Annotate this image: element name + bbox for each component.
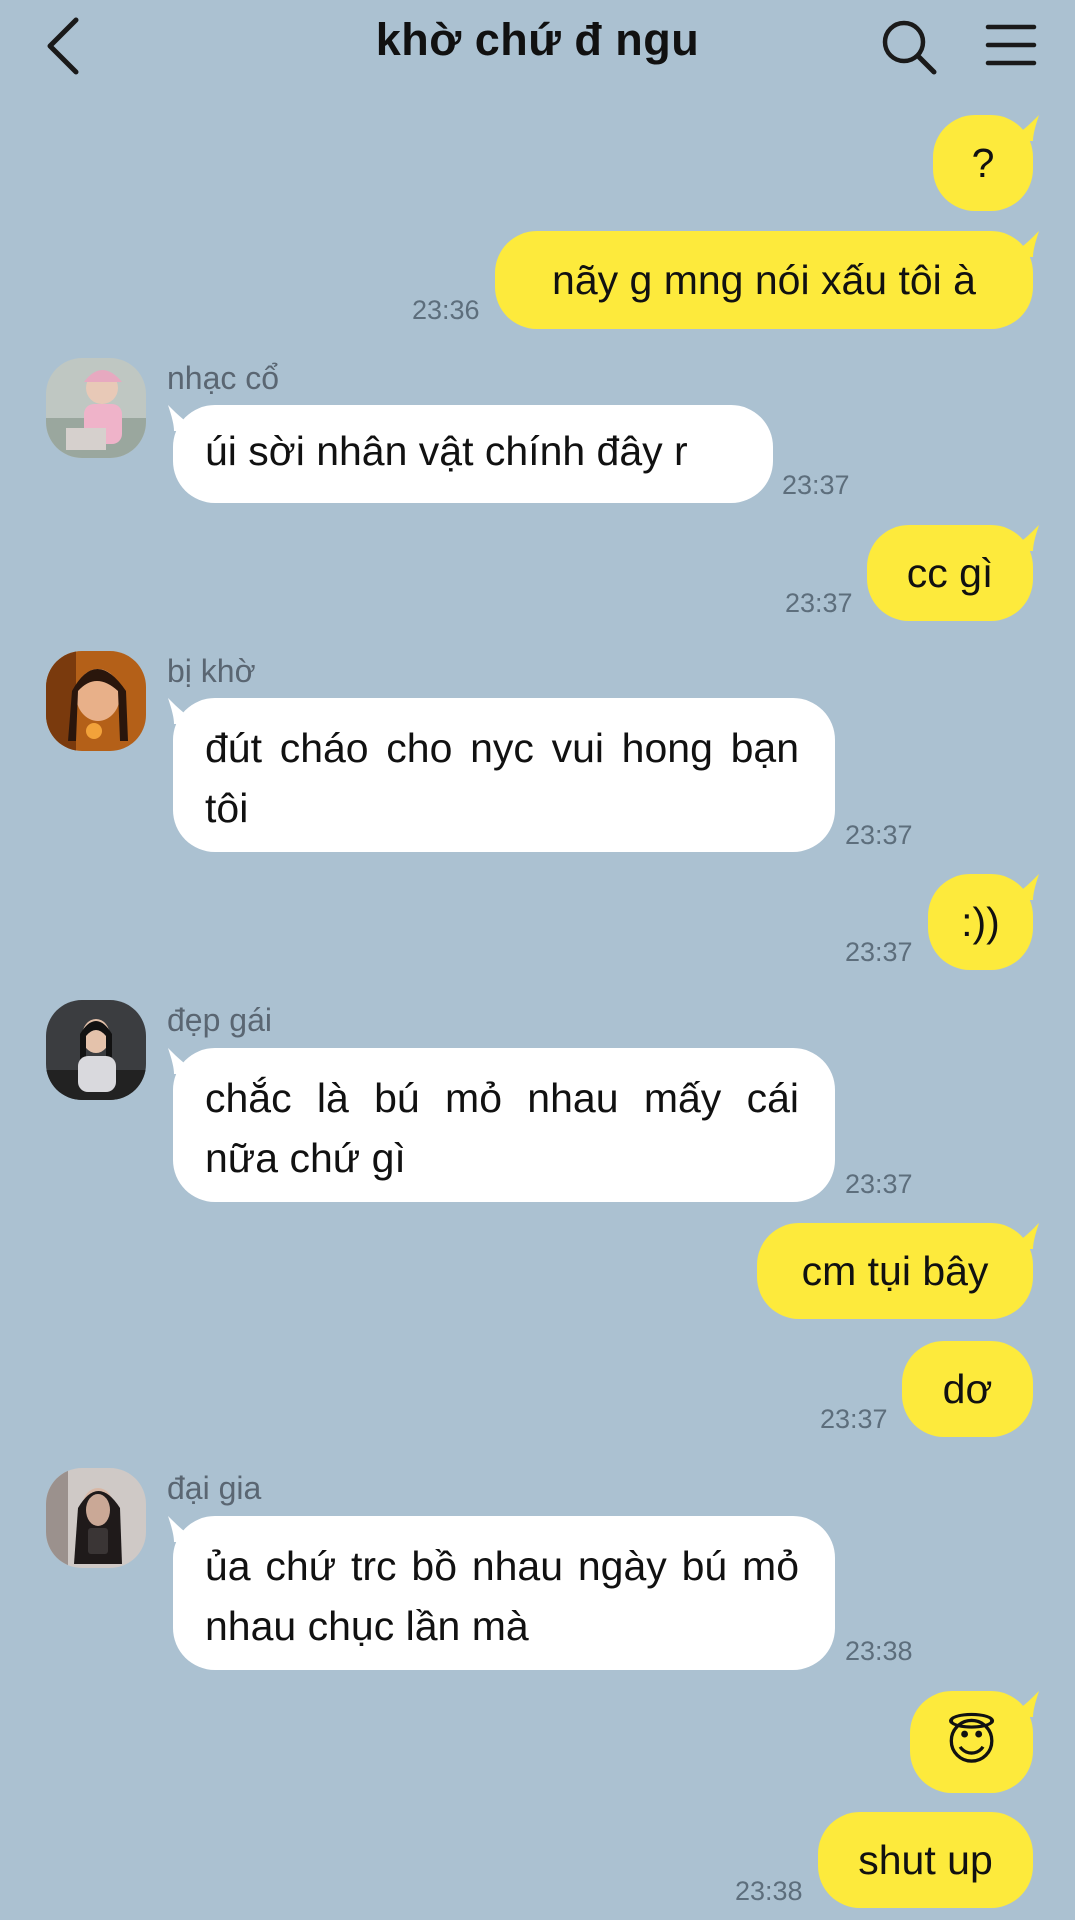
message-timestamp: 23:38: [845, 1636, 913, 1666]
outgoing-message-bubble[interactable]: dơ: [902, 1341, 1033, 1437]
message-text: nãy g mng nói xấu tôi à: [552, 257, 976, 303]
message-timestamp: 23:37: [845, 1169, 913, 1199]
incoming-message-bubble[interactable]: chắc là bú mỏ nhau mấy cái nữa chứ gì: [173, 1048, 835, 1202]
bubble-tail: [1005, 1691, 1039, 1717]
message-text: ?: [971, 140, 995, 186]
avatar[interactable]: [46, 358, 146, 458]
incoming-message-bubble[interactable]: úi sời nhân vật chính đây r: [173, 405, 773, 503]
message-text: :)): [961, 899, 1000, 945]
smiling-face-with-halo-emoji: 😇: [945, 1714, 998, 1770]
search-icon[interactable]: [880, 18, 938, 76]
avatar[interactable]: [46, 1468, 146, 1568]
message-text: úi sời nhân vật chính đây r: [205, 428, 688, 474]
avatar[interactable]: [46, 1000, 146, 1100]
message-timestamp: 23:37: [820, 1404, 888, 1434]
sender-name: đại gia: [167, 1470, 262, 1506]
bubble-tail: [1005, 1223, 1039, 1249]
sender-name: bị khờ: [167, 653, 256, 689]
incoming-message-bubble[interactable]: đút cháo cho nyc vui hong bạn tôi: [173, 698, 835, 852]
message-timestamp: 23:37: [845, 937, 913, 967]
chat-header: khờ chứ đ ngu: [0, 0, 1075, 96]
message-text: đút cháo cho nyc vui hong bạn tôi: [205, 725, 799, 831]
message-text: cc gì: [906, 550, 994, 596]
bubble-tail: [1005, 874, 1039, 900]
message-text: dơ: [942, 1366, 993, 1412]
outgoing-message-bubble[interactable]: shut up: [818, 1812, 1033, 1908]
message-timestamp: 23:37: [782, 470, 850, 500]
message-timestamp: 23:37: [845, 820, 913, 850]
message-timestamp: 23:36: [412, 295, 480, 325]
outgoing-message-bubble[interactable]: nãy g mng nói xấu tôi à: [495, 231, 1033, 329]
avatar[interactable]: [46, 651, 146, 751]
bubble-tail: [1005, 525, 1039, 551]
message-timestamp: 23:37: [785, 588, 853, 618]
incoming-message-bubble[interactable]: ủa chứ trc bồ nhau ngày bú mỏ nhau chục …: [173, 1516, 835, 1670]
sender-name: nhạc cổ: [167, 360, 280, 396]
message-timestamp: 23:38: [735, 1876, 803, 1906]
message-text: shut up: [858, 1837, 993, 1883]
hamburger-menu-icon[interactable]: [985, 22, 1037, 68]
message-text: chắc là bú mỏ nhau mấy cái nữa chứ gì: [205, 1075, 799, 1181]
outgoing-message-bubble[interactable]: cm tụi bây: [757, 1223, 1033, 1319]
bubble-tail: [1005, 231, 1039, 257]
sender-name: đẹp gái: [167, 1002, 272, 1038]
message-text: cm tụi bây: [801, 1248, 989, 1294]
message-text: ủa chứ trc bồ nhau ngày bú mỏ nhau chục …: [205, 1543, 799, 1649]
bubble-tail: [1005, 115, 1039, 141]
